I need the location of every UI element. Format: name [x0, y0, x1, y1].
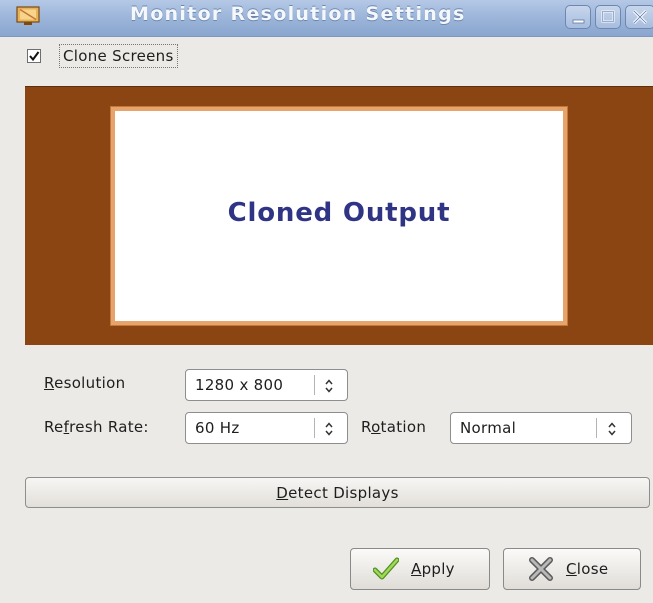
- clone-screens-label[interactable]: Clone Screens: [59, 44, 178, 68]
- apply-button[interactable]: Apply: [350, 548, 490, 590]
- resolution-value: 1280 x 800: [195, 376, 284, 394]
- resolution-select[interactable]: 1280 x 800: [185, 369, 348, 401]
- rotation-select-separator: [596, 418, 597, 438]
- updown-arrows-icon: [325, 379, 333, 393]
- detect-displays-button[interactable]: Detect Displays: [25, 477, 650, 508]
- rotation-value: Normal: [460, 419, 517, 437]
- clone-screens-checkbox[interactable]: [27, 49, 41, 63]
- cloned-output-label: Cloned Output: [227, 198, 451, 228]
- monitor-app-icon: [16, 6, 40, 26]
- monitor-preview-area[interactable]: Cloned Output: [25, 86, 653, 345]
- close-label: Close: [566, 560, 609, 578]
- refresh-rate-select-separator: [314, 418, 315, 438]
- checkmark-icon: [373, 557, 399, 580]
- refresh-rate-value: 60 Hz: [195, 419, 240, 437]
- window-title: Monitor Resolution Settings: [130, 3, 466, 25]
- refresh-rate-select[interactable]: 60 Hz: [185, 412, 348, 444]
- close-window-button[interactable]: [625, 5, 653, 29]
- checkmark-icon: [29, 51, 40, 62]
- monitor-settings-window: Monitor Resolution Settings Clone Screen…: [0, 0, 653, 603]
- close-button[interactable]: Close: [503, 548, 641, 590]
- close-icon: [632, 9, 648, 25]
- cloned-output-screen[interactable]: Cloned Output: [111, 107, 567, 325]
- resolution-select-separator: [314, 375, 315, 395]
- rotation-select[interactable]: Normal: [450, 412, 632, 444]
- maximize-button[interactable]: [595, 5, 621, 29]
- maximize-icon: [601, 10, 615, 23]
- detect-displays-label: Detect Displays: [276, 484, 399, 502]
- title-bar[interactable]: Monitor Resolution Settings: [0, 0, 653, 37]
- resolution-label: Resolution: [44, 374, 126, 392]
- x-mark-icon: [529, 557, 553, 581]
- refresh-rate-label: Refresh Rate:: [44, 418, 149, 436]
- apply-label: Apply: [411, 560, 455, 578]
- minimize-icon: [572, 19, 585, 24]
- updown-arrows-icon: [325, 422, 333, 436]
- updown-arrows-icon: [608, 422, 616, 436]
- minimize-button[interactable]: [565, 5, 591, 29]
- rotation-label: Rotation: [361, 418, 427, 436]
